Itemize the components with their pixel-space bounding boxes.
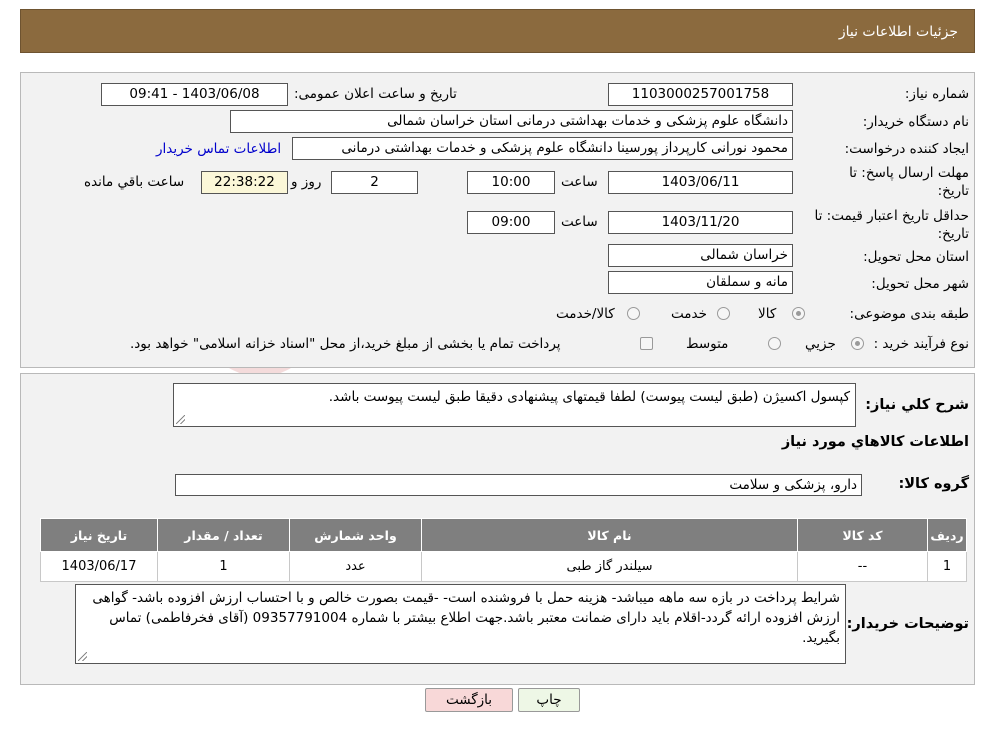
category-radio-goods-service[interactable] [627, 307, 640, 320]
category-label: طبقه بندی موضوعی: [849, 306, 969, 322]
cell-quantity: 1 [157, 551, 290, 582]
validity-time-field: 09:00 [467, 211, 555, 234]
deadline-time-field: 10:00 [467, 171, 555, 194]
category-radio-goods[interactable] [792, 307, 805, 320]
process-radio-medium[interactable] [768, 337, 781, 350]
goods-table: رديف كد كالا نام كالا واحد شمارش تعداد /… [40, 518, 967, 582]
page-header: جزئیات اطلاعات نیاز [20, 9, 975, 53]
process-label: نوع فرآیند خرید : [873, 336, 969, 352]
col-item-name: نام كالا [421, 518, 798, 552]
goods-group-label: گروه كالا: [898, 476, 969, 492]
col-row-number: رديف [927, 518, 967, 552]
deadline-date-field: 1403/06/11 [608, 171, 793, 194]
process-checkbox-treasury[interactable] [640, 337, 653, 350]
validity-time-label: ساعت [561, 214, 598, 230]
process-note: پرداخت تمام یا بخشی از مبلغ خرید،از محل … [130, 336, 561, 352]
announce-label: تاریخ و ساعت اعلان عمومی: [294, 86, 457, 102]
buyer-notes-field: شرایط پرداخت در بازه سه ماهه میباشد- هزی… [75, 584, 846, 664]
summary-field: کپسول اکسیژن (طبق لیست پیوست) لطفا قیمته… [173, 383, 856, 427]
buyer-org-field: دانشگاه علوم پزشکی و خدمات بهداشتی درمان… [230, 110, 793, 133]
validity-date-field: 1403/11/20 [608, 211, 793, 234]
announce-field: 1403/06/08 - 09:41 [101, 83, 288, 106]
resize-grip-icon[interactable] [78, 652, 87, 661]
days-field: 2 [331, 171, 418, 194]
need-number-label: شماره نیاز: [904, 86, 969, 102]
table-row: 1 -- سیلندر گاز طبی عدد 1 1403/06/17 [40, 551, 967, 582]
goods-heading: اطلاعات كالاهاي مورد نياز [781, 434, 969, 450]
buyer-notes-label: توضيحات خريدار: [846, 616, 969, 632]
process-radio-minor[interactable] [851, 337, 864, 350]
cell-row-number: 1 [927, 551, 967, 582]
cell-unit: عدد [289, 551, 422, 582]
print-button[interactable]: چاپ [518, 688, 580, 712]
deadline-time-label: ساعت [561, 174, 598, 190]
buyer-notes-text: شرایط پرداخت در بازه سه ماهه میباشد- هزی… [92, 590, 840, 646]
resize-grip-icon[interactable] [176, 415, 185, 424]
process-option-minor: جزيي [805, 336, 836, 352]
col-quantity: تعداد / مقدار [157, 518, 290, 552]
city-field: مانه و سملقان [608, 271, 793, 294]
province-field: خراسان شمالی [608, 244, 793, 267]
page-title: جزئیات اطلاعات نیاز [838, 24, 958, 40]
col-item-code: كد كالا [797, 518, 928, 552]
deadline-label: مهلت ارسال پاسخ: تا تاریخ: [849, 165, 969, 199]
category-radio-service[interactable] [717, 307, 730, 320]
cell-item-code: -- [797, 551, 928, 582]
process-option-medium: متوسط [686, 336, 729, 352]
validity-label: حداقل تاریخ اعتبار قیمت: تا تاریخ: [814, 208, 969, 242]
province-label: استان محل تحویل: [863, 249, 969, 265]
cell-need-date: 1403/06/17 [40, 551, 158, 582]
category-option-service: خدمت [671, 306, 707, 322]
category-option-goods-service: کالا/خدمت [556, 306, 615, 322]
back-button[interactable]: بازگشت [425, 688, 513, 712]
cell-item-name: سیلندر گاز طبی [421, 551, 798, 582]
goods-group-field: دارو، پزشکی و سلامت [175, 474, 862, 496]
remaining-label: ساعت باقي مانده [84, 174, 185, 190]
requester-label: ایجاد کننده درخواست: [844, 141, 969, 157]
requester-field: محمود نورانی کارپرداز پورسینا دانشگاه عل… [292, 137, 793, 160]
col-need-date: تاريخ نياز [40, 518, 158, 552]
col-unit: واحد شمارش [289, 518, 422, 552]
buyer-contact-link[interactable]: اطلاعات تماس خریدار [156, 141, 281, 157]
city-label: شهر محل تحویل: [871, 276, 969, 292]
need-number-field: 1103000257001758 [608, 83, 793, 106]
category-option-goods: کالا [758, 306, 777, 322]
table-header-row: رديف كد كالا نام كالا واحد شمارش تعداد /… [40, 518, 967, 552]
remaining-time-field: 22:38:22 [201, 171, 288, 194]
buyer-org-label: نام دستگاه خریدار: [862, 114, 969, 130]
days-label: روز و [291, 174, 322, 190]
summary-text: کپسول اکسیژن (طبق لیست پیوست) لطفا قیمته… [328, 389, 850, 405]
summary-label: شرح كلي نياز: [865, 397, 969, 413]
